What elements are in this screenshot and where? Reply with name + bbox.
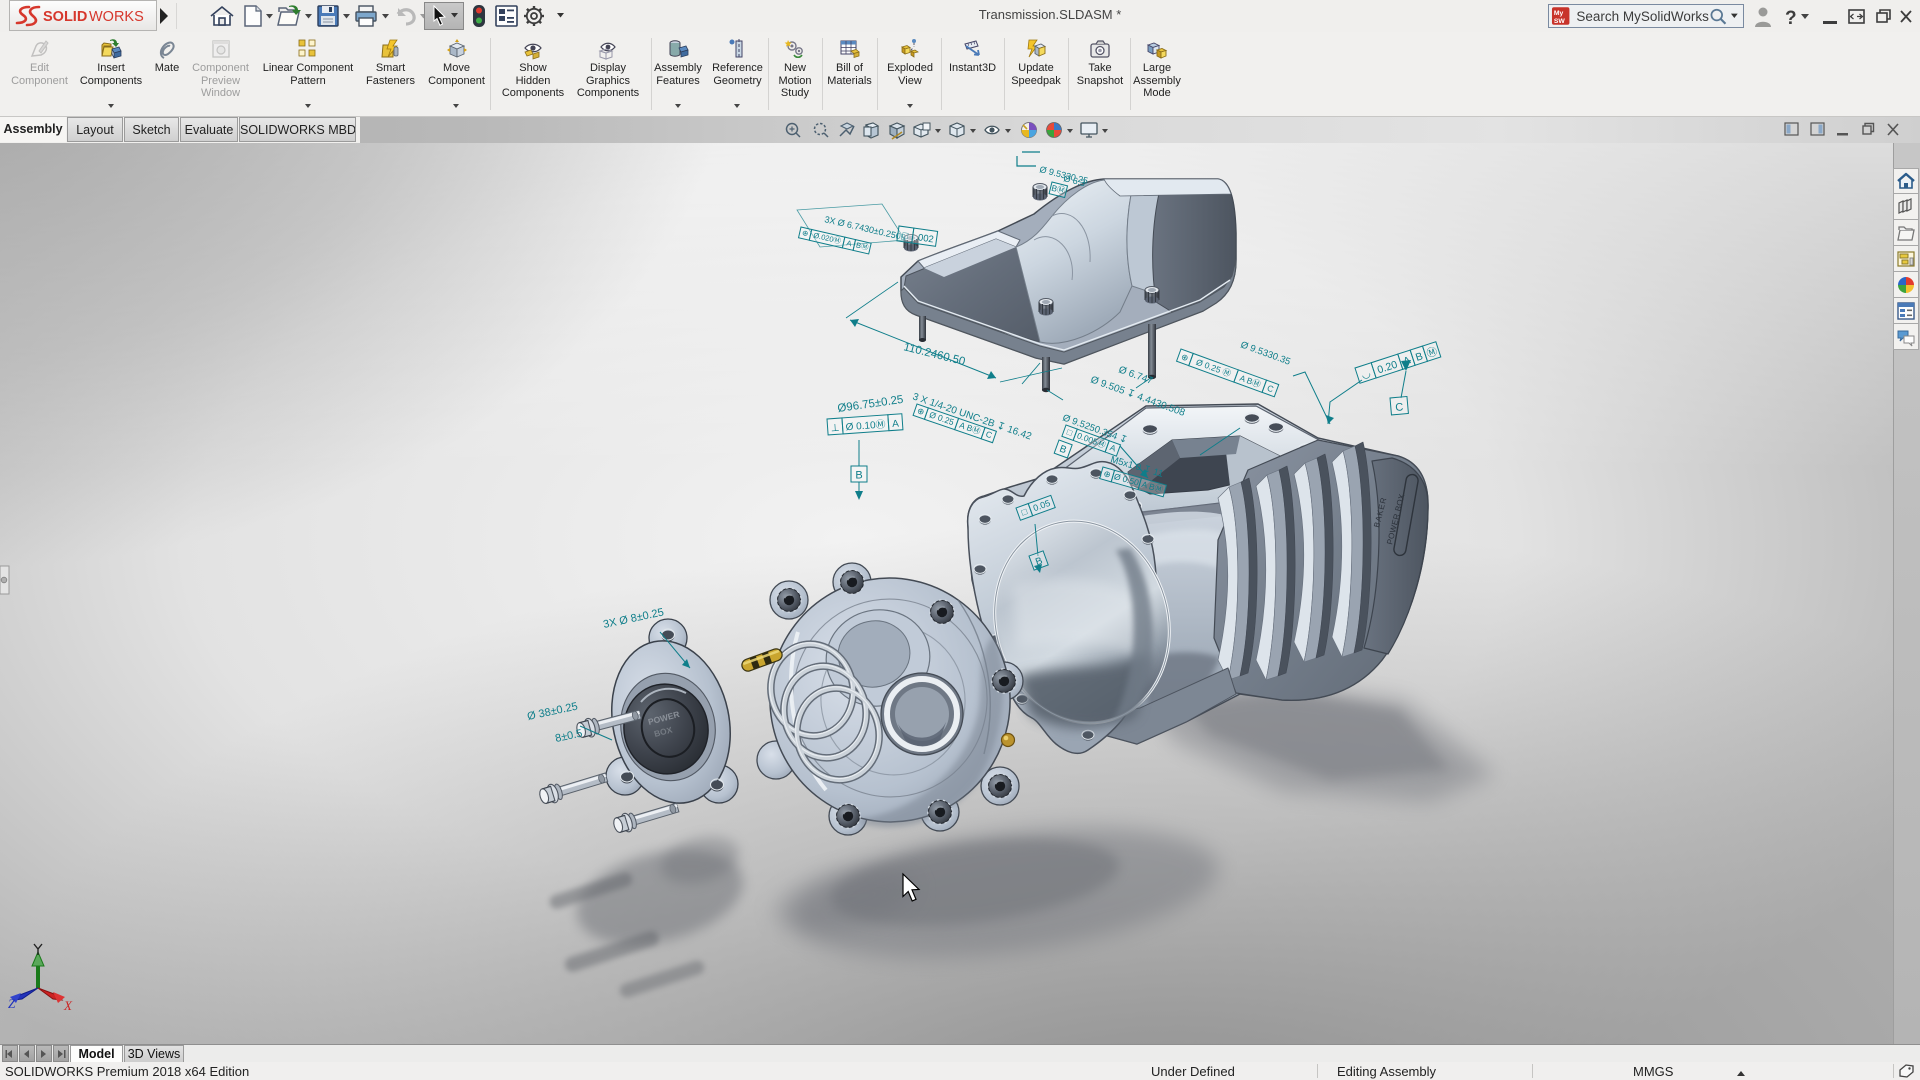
- svg-text:Z: Z: [8, 996, 16, 1011]
- svg-text:A: A: [892, 418, 900, 429]
- svg-text:SOLID: SOLID: [43, 9, 87, 25]
- svg-text:?: ?: [1785, 8, 1797, 29]
- svg-text:SW: SW: [1554, 18, 1566, 25]
- svg-text:My: My: [1554, 10, 1564, 17]
- svg-text:X: X: [63, 998, 73, 1013]
- svg-text:WORKS: WORKS: [89, 9, 144, 25]
- svg-text:B: B: [855, 470, 862, 482]
- svg-text:⊥: ⊥: [830, 423, 839, 435]
- svg-text:C: C: [1395, 401, 1404, 414]
